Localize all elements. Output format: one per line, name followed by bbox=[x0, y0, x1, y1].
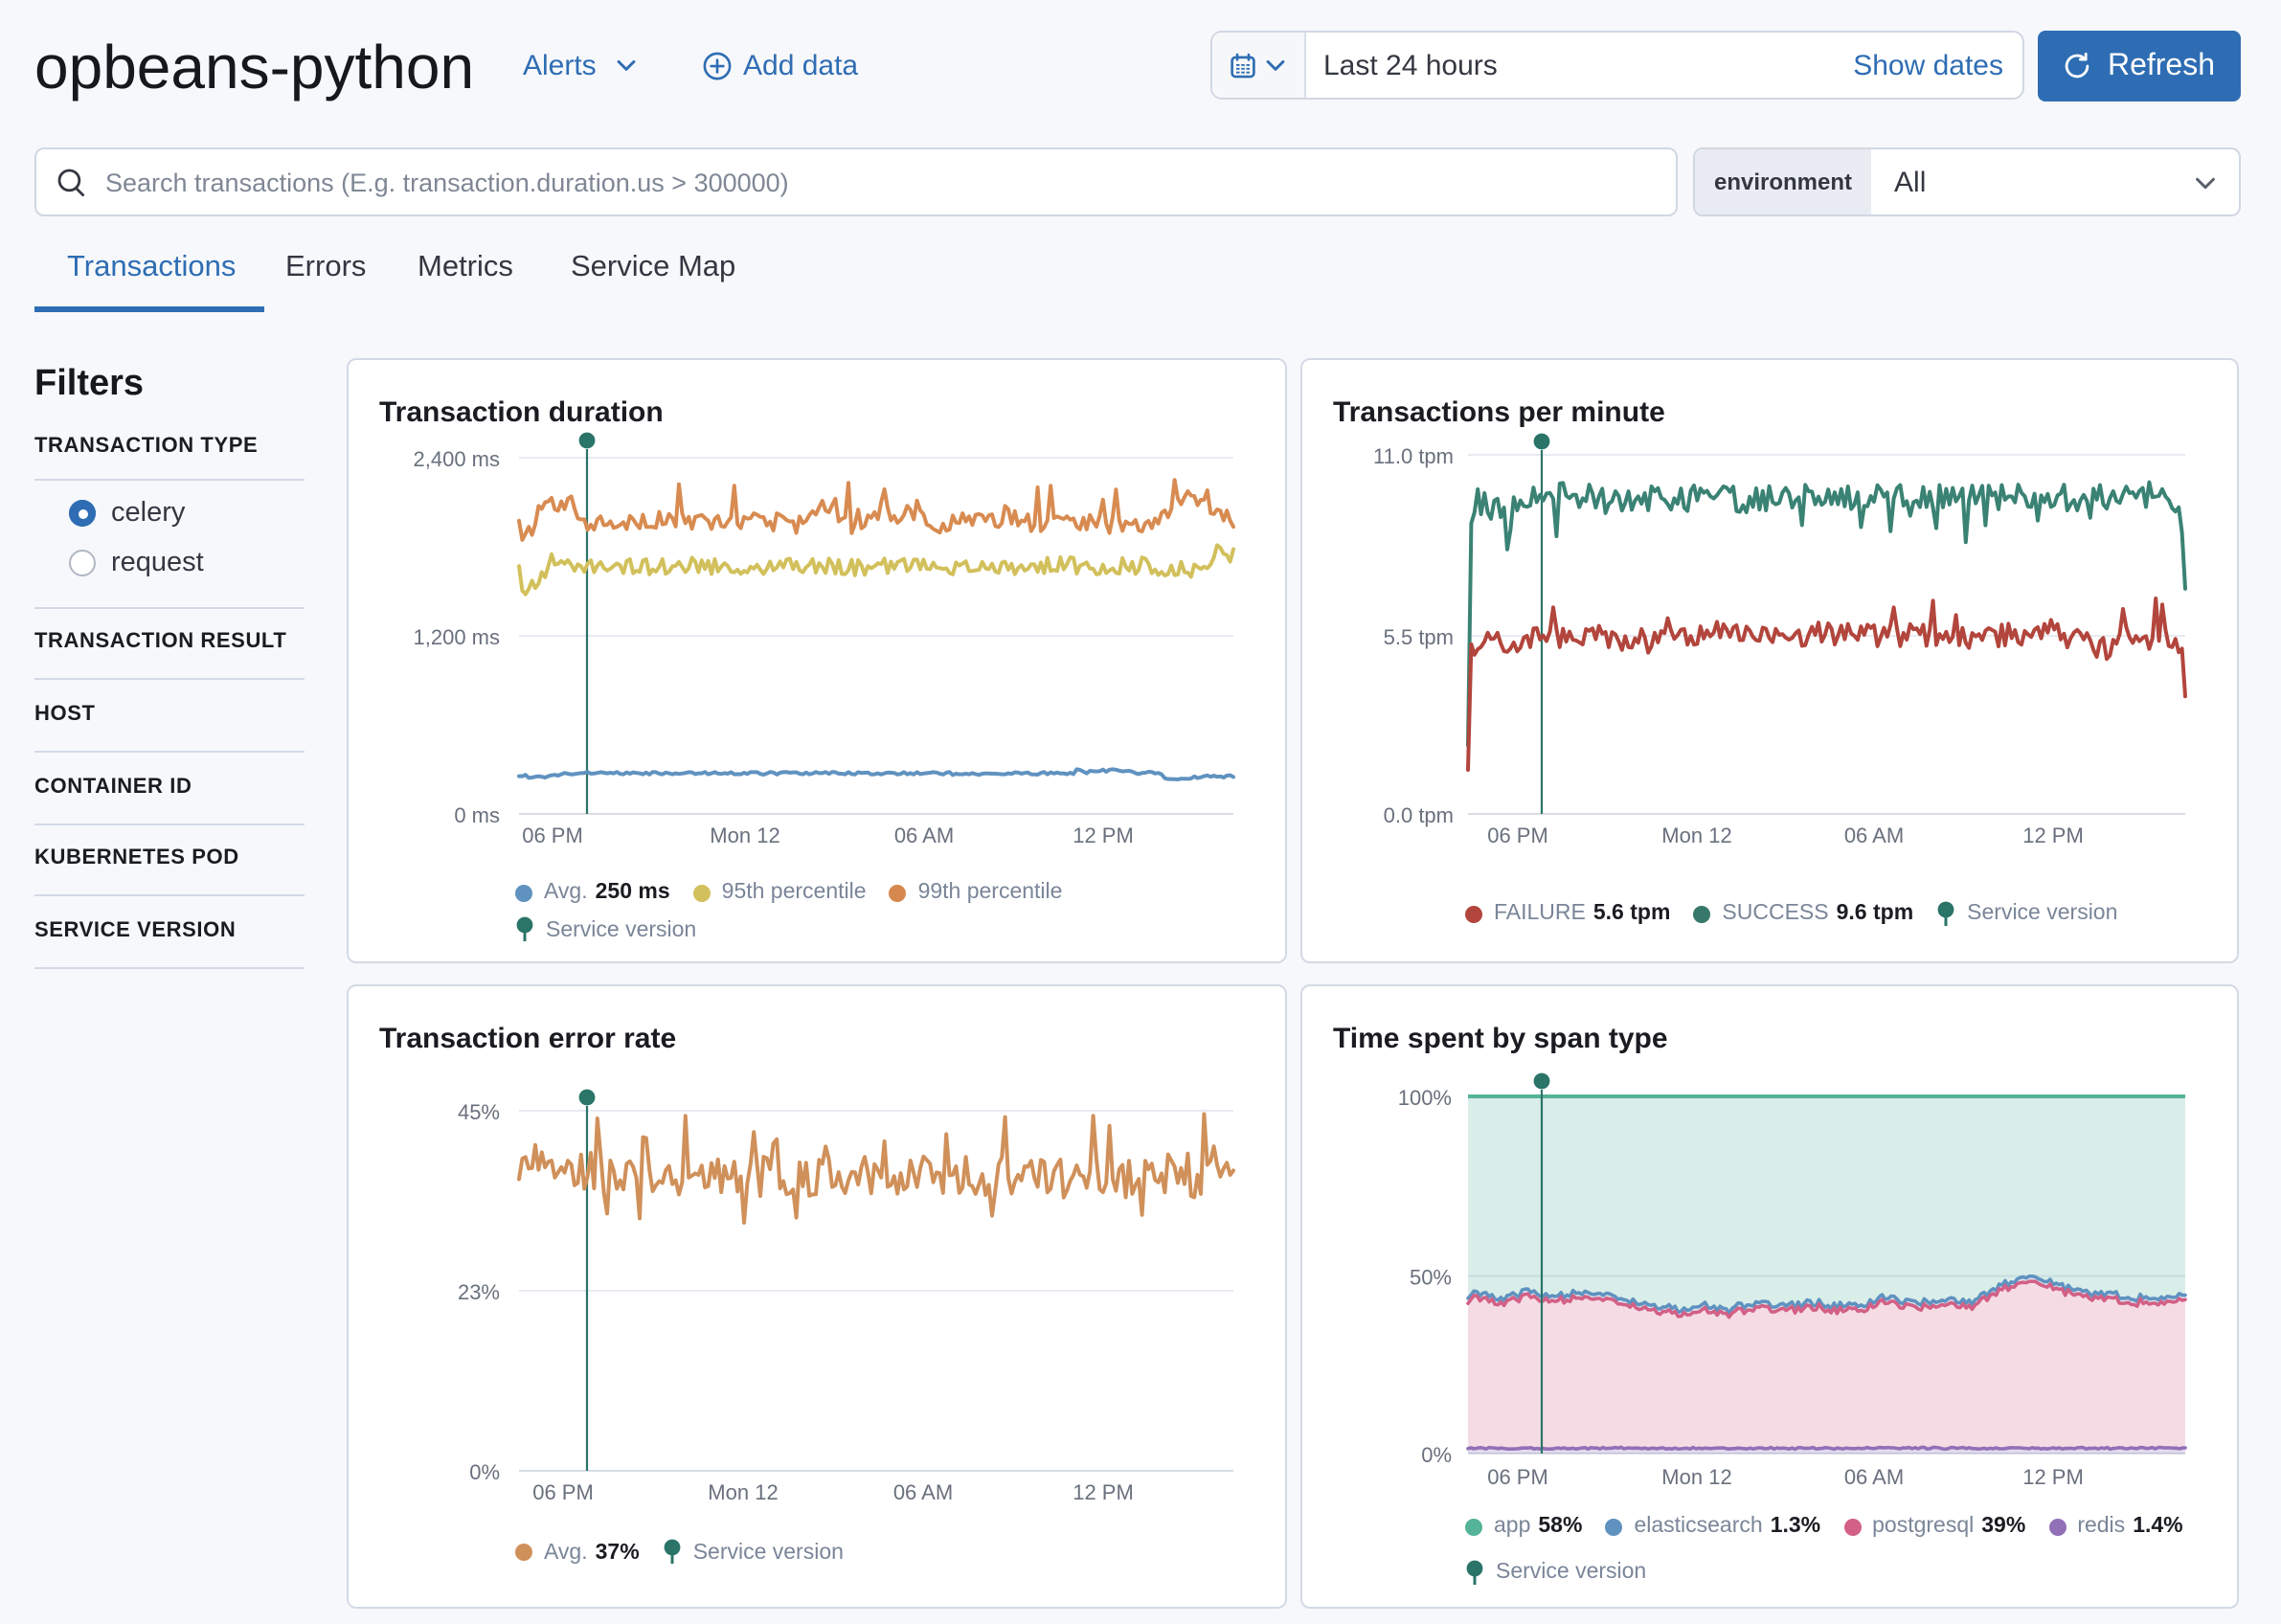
svg-text:Mon 12: Mon 12 bbox=[708, 1480, 778, 1504]
svg-text:50%: 50% bbox=[1410, 1266, 1452, 1290]
svg-text:0 ms: 0 ms bbox=[454, 803, 500, 827]
svg-text:1,200 ms: 1,200 ms bbox=[414, 625, 501, 649]
svg-text:06 AM: 06 AM bbox=[1844, 823, 1904, 847]
svg-text:Mon 12: Mon 12 bbox=[710, 823, 779, 847]
svg-text:12 PM: 12 PM bbox=[2022, 1465, 2084, 1489]
svg-text:12 PM: 12 PM bbox=[1073, 823, 1134, 847]
svg-text:06 PM: 06 PM bbox=[522, 823, 583, 847]
svg-text:0%: 0% bbox=[469, 1460, 500, 1484]
svg-text:Mon 12: Mon 12 bbox=[1661, 1465, 1731, 1489]
svg-text:06 AM: 06 AM bbox=[1844, 1465, 1904, 1489]
svg-text:06 PM: 06 PM bbox=[532, 1480, 594, 1504]
svg-text:06 AM: 06 AM bbox=[894, 823, 954, 847]
svg-text:12 PM: 12 PM bbox=[1073, 1480, 1134, 1504]
svg-text:06 PM: 06 PM bbox=[1487, 1465, 1548, 1489]
svg-text:2,400 ms: 2,400 ms bbox=[414, 447, 501, 471]
svg-text:12 PM: 12 PM bbox=[2022, 823, 2084, 847]
svg-text:06 PM: 06 PM bbox=[1487, 823, 1548, 847]
svg-text:06 AM: 06 AM bbox=[893, 1480, 953, 1504]
svg-text:0.0 tpm: 0.0 tpm bbox=[1384, 803, 1454, 827]
svg-text:11.0 tpm: 11.0 tpm bbox=[1373, 444, 1454, 468]
svg-text:0%: 0% bbox=[1421, 1443, 1452, 1467]
svg-text:100%: 100% bbox=[1398, 1086, 1452, 1110]
svg-text:23%: 23% bbox=[458, 1280, 500, 1304]
svg-text:Mon 12: Mon 12 bbox=[1661, 823, 1731, 847]
svg-text:5.5 tpm: 5.5 tpm bbox=[1384, 625, 1454, 649]
svg-text:45%: 45% bbox=[458, 1100, 500, 1124]
